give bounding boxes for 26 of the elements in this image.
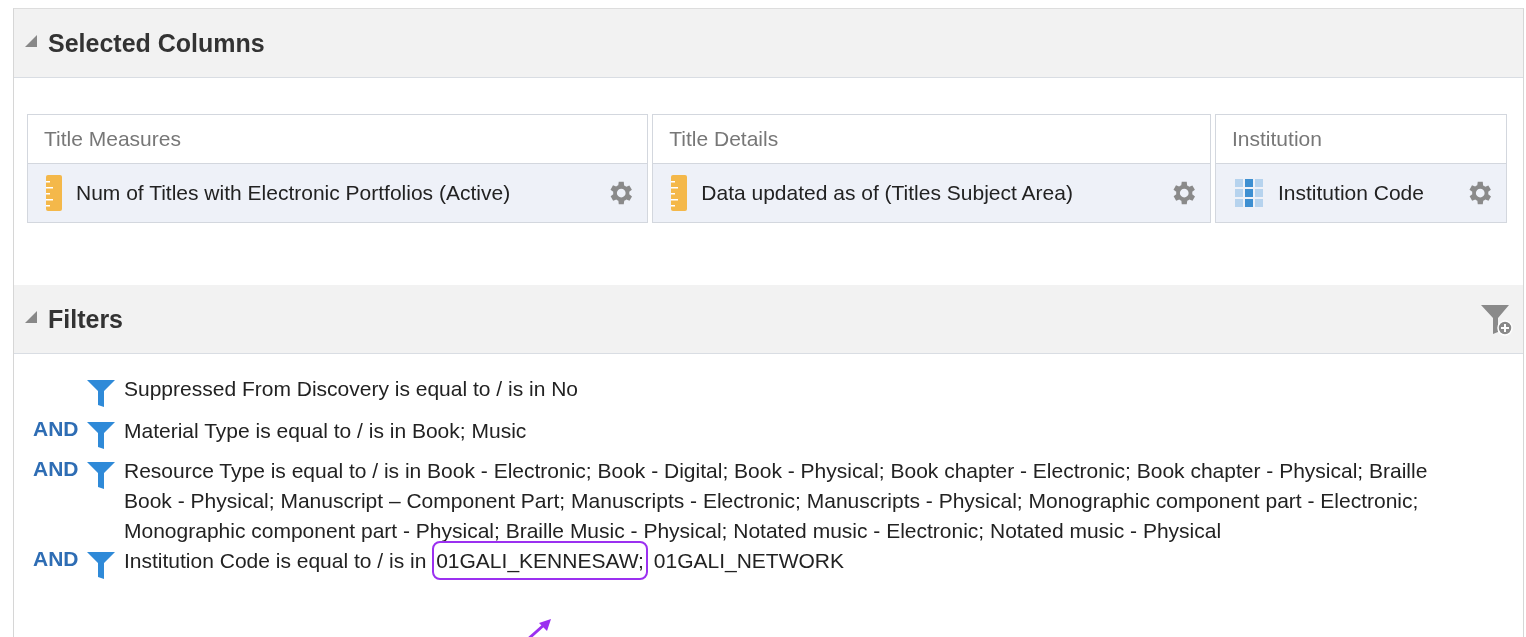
ruler-icon xyxy=(671,175,688,211)
filter-icon[interactable] xyxy=(86,420,116,450)
collapse-icon[interactable] xyxy=(24,310,38,324)
column-label: Institution Code xyxy=(1278,181,1424,205)
filter-condition[interactable]: Material Type is equal to / is in Book; Music xyxy=(124,416,1438,446)
add-filter-icon[interactable] xyxy=(1479,302,1513,336)
highlighted-value: 01GALI_KENNESAW; xyxy=(432,541,648,580)
column-label: Num of Titles with Electronic Portfolios (Active) xyxy=(76,181,511,205)
filter-icon[interactable] xyxy=(86,550,116,580)
operator-label[interactable]: AND xyxy=(33,546,86,572)
filter-condition[interactable]: 01GALI_NETWORK xyxy=(653,549,844,572)
ruler-icon xyxy=(46,175,62,211)
filter-icon[interactable] xyxy=(86,460,116,490)
section-title: Filters xyxy=(48,304,124,334)
column-item[interactable]: Institution Code xyxy=(1216,164,1506,222)
operator-label[interactable]: AND xyxy=(33,416,86,442)
filter-condition[interactable]: Suppressed From Discovery is equal to / is in No xyxy=(124,374,1438,404)
column-label: Data updated as of (Titles Subject Area) xyxy=(701,181,1073,205)
grid-icon xyxy=(1234,178,1264,208)
column-item[interactable]: Num of Titles with Electronic Portfolios (Active) xyxy=(28,164,648,222)
filter-condition[interactable]: Institution Code is equal to / is in xyxy=(124,549,433,572)
collapse-icon[interactable] xyxy=(24,34,38,48)
column-item[interactable]: Data updated as of (Titles Subject Area) xyxy=(653,164,1210,222)
section-title: Selected Columns xyxy=(48,28,265,58)
operator-label[interactable]: AND xyxy=(33,456,86,482)
filter-icon[interactable] xyxy=(86,378,116,408)
